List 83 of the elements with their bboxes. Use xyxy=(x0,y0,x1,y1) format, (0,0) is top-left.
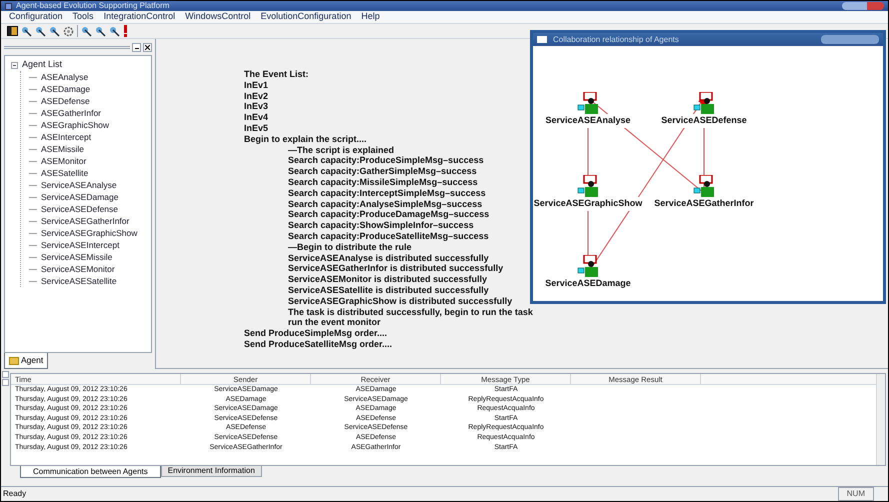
menu-item[interactable]: Tools xyxy=(72,10,94,24)
log-line: Search capacity:MissileSimpleMsg–success xyxy=(288,176,478,188)
log-line: Search capacity:GatherSimpleMsg–success xyxy=(288,166,477,177)
tree-item[interactable]: ASESatellite xyxy=(41,166,88,180)
log-line: ServiceASEGraphicShow is distributed successfully xyxy=(288,296,512,307)
log-line: run the event monitor xyxy=(288,317,381,328)
agent-icon xyxy=(577,255,599,277)
log-line: InEv5 xyxy=(244,122,268,134)
log-line: ServiceASEGatherInfor is distributed successfully xyxy=(288,263,504,274)
alert-icon[interactable] xyxy=(123,25,128,37)
folder-icon xyxy=(9,356,19,364)
menu-item[interactable]: EvolutionConfiguration xyxy=(260,10,352,24)
tree-item[interactable]: ServiceASEMonitor xyxy=(41,262,115,276)
agent-icon xyxy=(693,92,715,114)
agent-icon xyxy=(577,92,599,114)
log-line: Search capacity:ProduceSimpleMsg–success xyxy=(288,155,484,166)
log-line: —The script is explained xyxy=(288,144,394,156)
tree-item[interactable]: ASEIntercept xyxy=(41,130,92,144)
tree-item[interactable]: ServiceASEGatherInfor xyxy=(41,214,130,228)
tree-item[interactable]: ASEMonitor xyxy=(41,154,86,168)
window-icon xyxy=(537,36,547,43)
tree-item[interactable]: Agent List xyxy=(22,58,62,72)
log-line: Search capacity:ShowSimpleInfor–success xyxy=(288,220,474,231)
tree-item[interactable]: ServiceASEAnalyse xyxy=(41,178,117,192)
log-line: The task is distributed successfully, begin to run the task xyxy=(288,306,533,318)
bottom-tab[interactable]: Environment Information xyxy=(160,466,262,477)
tree-item[interactable]: ServiceASEDefense xyxy=(41,202,118,216)
status-indicator: NUM xyxy=(838,487,874,501)
status-text: Ready xyxy=(3,488,28,500)
pointer-icon[interactable] xyxy=(49,26,60,36)
bottom-tab[interactable]: Communication between Agents xyxy=(20,466,161,478)
menu-item[interactable]: WindowsControl xyxy=(185,10,251,24)
log-line: ServiceASESatellite is distributed successfully xyxy=(288,284,489,296)
window-controls-icon[interactable] xyxy=(842,2,884,10)
log-line: Search capacity:ProduceSatelliteMsg–success xyxy=(288,230,489,242)
settings-icon[interactable] xyxy=(63,26,74,36)
menu-item[interactable]: Help xyxy=(361,10,380,24)
pointer-icon[interactable] xyxy=(35,26,46,36)
panel-tab[interactable]: Agent xyxy=(4,353,48,369)
log-line: Begin to explain the script.... xyxy=(244,134,367,145)
pointer-icon[interactable] xyxy=(81,26,92,36)
image-icon[interactable] xyxy=(7,26,18,36)
agent-icon xyxy=(693,175,715,197)
log-line: Search capacity:ProduceDamageMsg–success xyxy=(288,209,490,220)
log-line: The Event List: xyxy=(244,69,309,80)
tree-item[interactable]: ServiceASEMissile xyxy=(41,250,112,264)
minimize-icon[interactable] xyxy=(132,42,141,52)
agent-icon xyxy=(577,175,599,197)
log-line: ServiceASEMonitor is distributed successfully xyxy=(288,274,488,285)
node-label: ServiceASEGraphicShow xyxy=(532,197,644,210)
tree-item[interactable]: ASEGatherInfor xyxy=(41,106,102,120)
tree-item[interactable]: ASEMissile xyxy=(41,142,84,156)
pointer-icon[interactable] xyxy=(109,26,120,36)
log-line: InEv1 xyxy=(244,80,268,91)
log-line: Search capacity:InterceptSimpleMsg–success xyxy=(288,188,486,199)
node-label: ServiceASEAnalyse xyxy=(544,114,632,128)
pointer-icon[interactable] xyxy=(95,26,106,36)
tree-item[interactable]: ServiceASESatellite xyxy=(41,274,117,288)
app-icon xyxy=(5,2,12,10)
scrollbar[interactable] xyxy=(876,374,885,465)
menu-item[interactable]: IntegrationControl xyxy=(104,10,176,24)
window-title: Agent-based Evolution Supporting Platform xyxy=(16,2,170,10)
tree-item[interactable]: ASEDamage xyxy=(41,82,90,96)
pointer-icon[interactable] xyxy=(21,26,32,36)
log-line: Search capacity:AnalyseSimpleMsg–success xyxy=(288,198,482,210)
tree-item[interactable]: ASEDefense xyxy=(41,94,90,108)
log-line: InEv2 xyxy=(244,90,268,102)
menu-item[interactable]: Configuration xyxy=(9,10,63,24)
log-line: InEv4 xyxy=(244,112,268,123)
tree-item[interactable]: ASEGraphicShow xyxy=(41,118,110,132)
node-label: ServiceASEDamage xyxy=(544,277,632,290)
tree-item[interactable]: ServiceASEDamage xyxy=(41,190,118,204)
log-line: —Begin to distribute the rule xyxy=(288,242,412,253)
collapse-icon[interactable] xyxy=(11,62,18,68)
tree-item[interactable]: ASEAnalyse xyxy=(41,70,88,84)
window-title: Collaboration relationship of Agents xyxy=(553,34,680,46)
log-line: Send ProduceSatelliteMsg order.... xyxy=(244,338,392,350)
log-line: InEv3 xyxy=(244,101,268,112)
tree-item[interactable]: ServiceASEGraphicShow xyxy=(41,226,138,240)
tree-item[interactable]: ServiceASEIntercept xyxy=(41,238,120,252)
log-line: ServiceASEAnalyse is distributed successfully xyxy=(288,252,489,264)
log-line: Send ProduceSimpleMsg order.... xyxy=(244,328,388,339)
node-label: ServiceASEDefense xyxy=(660,114,748,128)
